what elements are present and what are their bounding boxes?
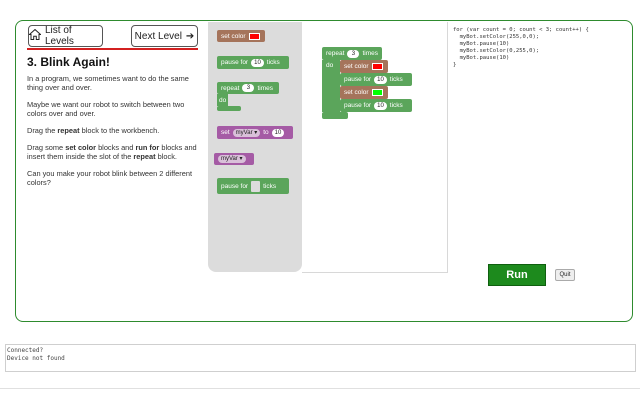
set-value[interactable]: 10: [271, 128, 285, 137]
block-label: times: [257, 84, 273, 92]
color-swatch[interactable]: [248, 32, 260, 40]
title-divider: [27, 48, 198, 50]
arrow-right-icon: ➔: [185, 30, 195, 42]
instruction-1: In a program, we sometimes want to do th…: [27, 74, 189, 92]
block-label: to: [263, 129, 269, 136]
list-of-levels-label: List of Levels: [45, 25, 74, 47]
divider: [0, 388, 640, 389]
block-toolbox: set color pause for 10 ticks repeat 3 ti…: [208, 22, 302, 272]
block-label: set: [221, 129, 230, 136]
block-label: set color: [344, 63, 369, 70]
pause-value[interactable]: 10: [251, 58, 264, 67]
instruction-5: Can you make your robot blink between 2 …: [27, 169, 193, 187]
repeat-footer: [322, 112, 348, 119]
instruction-4: Drag some set color blocks and run for b…: [27, 143, 197, 161]
workspace-pause-1[interactable]: pause for 10 ticks: [340, 73, 412, 86]
repeat-footer: [217, 106, 241, 111]
workspace-pause-2[interactable]: pause for 10 ticks: [340, 99, 412, 112]
list-of-levels-button[interactable]: List of Levels: [28, 25, 103, 47]
repeat-count[interactable]: 3: [242, 84, 255, 92]
block-label: ticks: [263, 182, 277, 190]
block-label: times: [362, 50, 378, 57]
block-label: set color: [221, 32, 246, 40]
repeat-header: repeat 3 times: [217, 82, 279, 94]
block-label: ticks: [389, 102, 403, 109]
variable-dropdown[interactable]: myVar ▾: [218, 155, 246, 163]
workspace-repeat-block[interactable]: repeat 3 times do set color pause for 10…: [322, 47, 414, 119]
lesson-instructions: In a program, we sometimes want to do th…: [27, 74, 199, 195]
toolbox-pause-block[interactable]: pause for 10 ticks: [217, 56, 289, 69]
toolbox-repeat-block[interactable]: repeat 3 times do: [217, 82, 279, 112]
block-label: repeat: [221, 84, 240, 92]
pause-value[interactable]: 10: [374, 101, 387, 110]
workspace-set-color-green[interactable]: set color: [340, 86, 388, 99]
color-swatch[interactable]: [371, 89, 383, 96]
next-level-label: Next Level: [134, 30, 182, 42]
block-label: set color: [344, 89, 369, 96]
color-swatch[interactable]: [371, 63, 383, 70]
lesson-title: 3. Blink Again!: [27, 55, 110, 69]
workspace-set-color-red[interactable]: set color: [340, 60, 388, 73]
console-output: Connected? Device not found: [5, 344, 636, 372]
toolbox-variable-block[interactable]: myVar ▾: [214, 153, 254, 165]
toolbox-set-var-block[interactable]: set myVar ▾ to 10: [217, 126, 293, 139]
block-label: do: [326, 62, 334, 69]
repeat-do-arm: do: [322, 60, 340, 112]
block-label: pause for: [221, 182, 249, 190]
home-icon: [28, 28, 42, 43]
generated-code: for (var count = 0; count < 3; count++) …: [453, 27, 589, 68]
block-label: do: [219, 96, 227, 104]
block-label: repeat: [326, 50, 345, 57]
workbench[interactable]: repeat 3 times do set color pause for 10…: [302, 22, 448, 273]
repeat-count[interactable]: 3: [347, 49, 360, 58]
pause-value[interactable]: 10: [374, 75, 387, 84]
toolbox-pause-input-block[interactable]: pause for ticks: [217, 178, 289, 194]
toolbox-set-color-block[interactable]: set color: [217, 30, 265, 42]
variable-dropdown[interactable]: myVar ▾: [232, 128, 261, 137]
instruction-3: Drag the repeat block to the workbench.: [27, 126, 160, 135]
block-label: ticks: [266, 59, 280, 66]
block-label: pause for: [221, 59, 249, 66]
block-label: pause for: [344, 76, 372, 83]
quit-button[interactable]: Quit: [555, 269, 575, 281]
repeat-do-arm: do: [217, 94, 228, 106]
console-line: Device not found: [7, 354, 65, 362]
block-label: pause for: [344, 102, 372, 109]
repeat-header: repeat 3 times: [322, 47, 382, 60]
instruction-2: Maybe we want our robot to switch betwee…: [27, 100, 185, 118]
run-button[interactable]: Run: [488, 264, 546, 286]
console-line: Connected?: [7, 347, 44, 354]
block-label: ticks: [389, 76, 403, 83]
next-level-button[interactable]: Next Level ➔: [131, 25, 198, 47]
empty-input-slot[interactable]: [251, 180, 261, 192]
